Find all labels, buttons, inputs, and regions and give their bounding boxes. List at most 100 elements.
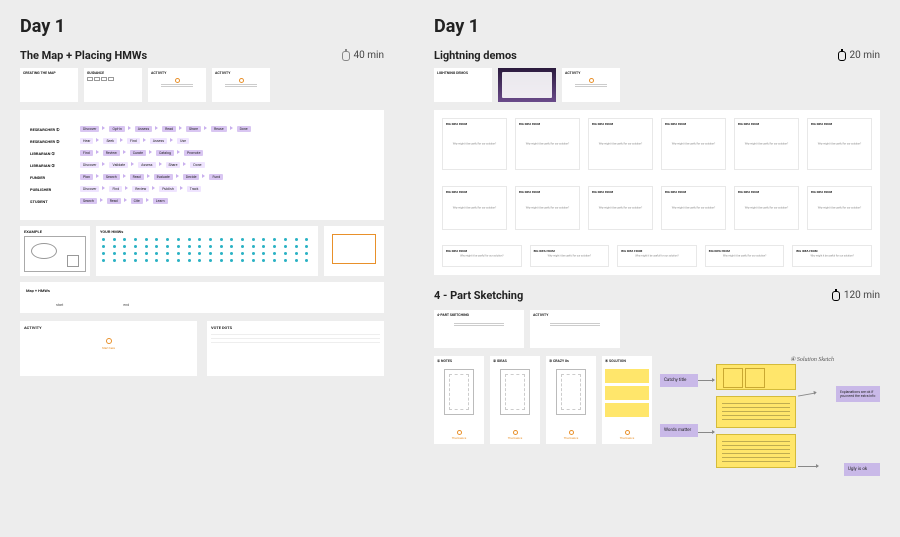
staging-area[interactable]: Map + HMWs startend [20, 282, 384, 313]
hmw-dot[interactable] [198, 252, 201, 255]
hmw-dot[interactable] [209, 238, 212, 241]
timer-map[interactable]: 40 min [342, 50, 384, 61]
map-step[interactable]: Hear [80, 138, 93, 144]
vote-dots-card[interactable]: VOTE DOTS [207, 321, 384, 376]
slide-sketch-title[interactable]: 4-PART SKETCHING [434, 310, 524, 348]
hmw-dot[interactable] [134, 238, 137, 241]
hmw-dot[interactable] [262, 252, 265, 255]
hmw-dot[interactable] [123, 245, 126, 248]
board-canvas[interactable]: Day 1 The Map + Placing HMWs 40 min CREA… [0, 0, 900, 486]
map-step[interactable]: Decide [183, 174, 200, 180]
hmw-dot[interactable] [262, 245, 265, 248]
hmw-dot[interactable] [134, 245, 137, 248]
hmw-dot[interactable] [220, 238, 223, 241]
sketch-card-solution[interactable]: ④ SOLUTIONThe basics [602, 356, 652, 444]
hmw-dot[interactable] [273, 245, 276, 248]
slide-creating-map[interactable]: CREATING THE MAP [20, 68, 78, 102]
activity-card[interactable]: ACTIVITY Start here [20, 321, 197, 376]
sketch-card-crazy8[interactable]: ③ CRAZY 8sThe basics [546, 356, 596, 444]
hmw-dot[interactable] [305, 238, 308, 241]
hmw-dot[interactable] [295, 238, 298, 241]
hmw-dot[interactable] [295, 245, 298, 248]
demo-cell[interactable]: BIG IDEA FROMWhy might it be useful for … [617, 245, 697, 267]
hmw-dot[interactable] [123, 238, 126, 241]
map-step[interactable]: Promote [184, 150, 203, 156]
slide-sketch-activity[interactable]: ACTIVITY [530, 310, 620, 348]
slide-guidance[interactable]: GUIDANCE [84, 68, 142, 102]
hmw-dot[interactable] [305, 259, 308, 262]
lightning-demo-grid-2[interactable]: BIG IDEA FROMWhy might it be useful for … [434, 178, 880, 238]
hmw-dot[interactable] [188, 245, 191, 248]
hmw-dot[interactable] [252, 252, 255, 255]
map-step[interactable]: Curate [130, 150, 146, 156]
hmw-dot[interactable] [123, 252, 126, 255]
map-step[interactable]: Validate [109, 162, 128, 168]
hmw-dotgrid[interactable]: YOUR HMWs [96, 226, 318, 276]
map-board[interactable]: RESEARCHER ①DiscoverOpt-inAssessReadShar… [20, 110, 384, 220]
hmw-dot[interactable] [273, 238, 276, 241]
hmw-dot[interactable] [177, 252, 180, 255]
hmw-dot[interactable] [241, 245, 244, 248]
hmw-dot[interactable] [177, 245, 180, 248]
hmw-dot[interactable] [220, 259, 223, 262]
hmw-dot[interactable] [145, 238, 148, 241]
solution-frame-1[interactable] [716, 364, 796, 390]
hmw-dot[interactable] [198, 259, 201, 262]
demo-cell[interactable]: BIG IDEA FROMWhy might it be useful for … [442, 118, 507, 170]
hmw-dot[interactable] [241, 238, 244, 241]
map-step[interactable]: Share [186, 126, 201, 132]
hmw-dot[interactable] [230, 252, 233, 255]
demo-cell[interactable]: BIG IDEA FROMWhy might it be useful for … [515, 186, 580, 230]
hmw-dot[interactable] [155, 259, 158, 262]
demo-cell[interactable]: BIG IDEA FROMWhy might it be useful for … [530, 245, 610, 267]
map-step[interactable]: Read [107, 198, 121, 204]
hmw-dot[interactable] [145, 259, 148, 262]
hmw-dot[interactable] [134, 252, 137, 255]
map-step[interactable]: Catalog [156, 150, 174, 156]
demo-cell[interactable]: BIG IDEA FROMWhy might it be useful for … [734, 118, 799, 170]
hmw-dot[interactable] [166, 245, 169, 248]
lightning-demo-grid-3[interactable]: BIG IDEA FROMWhy might it be useful for … [434, 237, 880, 275]
hmw-dot[interactable] [220, 245, 223, 248]
map-step[interactable]: Share [166, 162, 181, 168]
map-step[interactable]: Plan [80, 174, 93, 180]
map-step[interactable]: Assess [150, 138, 167, 144]
demo-cell[interactable]: BIG IDEA FROMWhy might it be useful for … [734, 186, 799, 230]
hmw-dot[interactable] [284, 252, 287, 255]
hmw-dot[interactable] [166, 252, 169, 255]
map-step[interactable]: Review [132, 186, 149, 192]
map-step[interactable]: Assess [138, 162, 155, 168]
map-step[interactable]: Find [109, 186, 122, 192]
map-step[interactable]: Read [162, 126, 176, 132]
map-step[interactable]: Discover [80, 126, 99, 132]
hmw-dot[interactable] [284, 259, 287, 262]
hmw-dot[interactable] [177, 238, 180, 241]
map-step[interactable]: Fund [209, 174, 223, 180]
post-explanations[interactable]: Explanations are ok if you need the extr… [836, 386, 880, 402]
slide-lightning-activity[interactable]: ACTIVITY [562, 68, 620, 102]
hmw-dot[interactable] [305, 245, 308, 248]
hmw-dot[interactable] [123, 259, 126, 262]
blank-frame[interactable] [324, 226, 384, 276]
hmw-dot[interactable] [295, 259, 298, 262]
hmw-dot[interactable] [145, 252, 148, 255]
hmw-dot[interactable] [102, 252, 105, 255]
demo-cell[interactable]: BIG IDEA FROMWhy might it be useful for … [807, 186, 872, 230]
map-step[interactable]: Opt-in [109, 126, 124, 132]
slide-activity-1[interactable]: ACTIVITY [148, 68, 206, 102]
demo-cell[interactable]: BIG IDEA FROMWhy might it be useful for … [705, 245, 785, 267]
hmw-dot[interactable] [252, 245, 255, 248]
demo-cell[interactable]: BIG IDEA FROMWhy might it be useful for … [661, 186, 726, 230]
sketch-card-notes[interactable]: ① NOTESThe basics [434, 356, 484, 444]
hmw-dot[interactable] [155, 245, 158, 248]
lightning-demo-grid-1[interactable]: BIG IDEA FROMWhy might it be useful for … [434, 110, 880, 178]
map-step[interactable]: Read [130, 174, 144, 180]
solution-frame-3[interactable] [716, 434, 796, 468]
hmw-dot[interactable] [305, 252, 308, 255]
demo-cell[interactable]: BIG IDEA FROMWhy might it be useful for … [588, 118, 653, 170]
map-step[interactable]: Reuse [211, 126, 227, 132]
map-step[interactable]: Learn [153, 198, 168, 204]
map-step[interactable]: Discover [80, 162, 99, 168]
hmw-dot[interactable] [273, 259, 276, 262]
map-step[interactable]: Done [237, 126, 251, 132]
